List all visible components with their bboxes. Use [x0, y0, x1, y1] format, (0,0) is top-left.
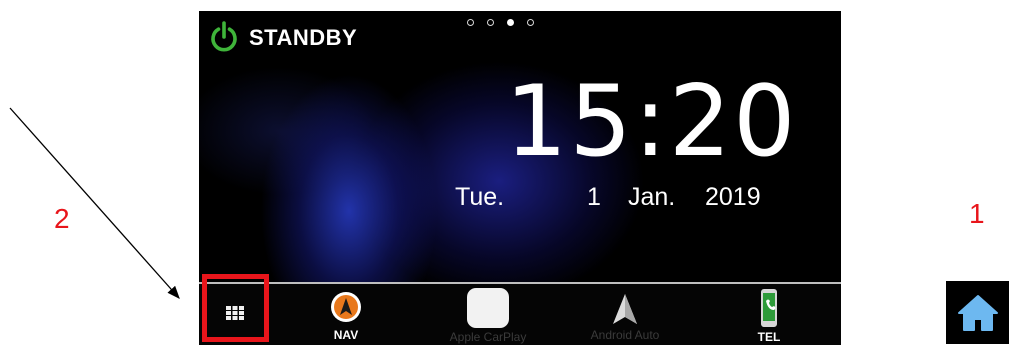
- standby-label: STANDBY: [249, 25, 358, 50]
- power-icon: [211, 21, 237, 52]
- page-dot-2[interactable]: [487, 19, 494, 26]
- annotation-label-2: 2: [54, 203, 70, 234]
- carplay-label: Apple CarPlay: [449, 330, 527, 344]
- nav-label: NAV: [333, 328, 359, 342]
- app-dock: NAV Apple CarPlay Android Auto TEL: [199, 282, 841, 345]
- apps-button-highlight: [202, 274, 269, 342]
- clock-time: 15:20: [505, 65, 798, 179]
- android-auto-icon: [613, 294, 637, 324]
- page-dot-3-active[interactable]: [507, 19, 514, 26]
- tel-button[interactable]: TEL: [739, 284, 799, 345]
- navigation-icon: [331, 292, 361, 322]
- page-dot-4[interactable]: [527, 19, 534, 26]
- head-unit-screen: STANDBY 15:20 Tue. 1 Jan. 2019 NAV Apple…: [199, 11, 841, 345]
- apple-carplay-button[interactable]: Apple CarPlay: [433, 284, 543, 345]
- tel-label: TEL: [757, 330, 781, 344]
- android-auto-button[interactable]: Android Auto: [570, 284, 680, 345]
- carplay-icon: [467, 288, 509, 328]
- phone-icon: [761, 289, 777, 327]
- date-day: Tue.: [455, 183, 505, 211]
- date-year: 2019: [705, 183, 761, 211]
- standby-button[interactable]: STANDBY: [209, 21, 357, 55]
- page-indicator: [467, 19, 534, 26]
- clock-date: Tue. 1 Jan. 2019: [455, 183, 795, 217]
- nav-button[interactable]: NAV: [316, 284, 376, 345]
- android-auto-label: Android Auto: [590, 328, 660, 342]
- date-month: Jan.: [628, 183, 676, 211]
- home-button[interactable]: [946, 281, 1009, 344]
- page-dot-1[interactable]: [467, 19, 474, 26]
- instruction-page: 2 1 STANDBY 15:20 Tue. 1 Jan. 2019 NAV A…: [0, 0, 1011, 345]
- date-number: 1: [587, 183, 601, 211]
- annotation-label-1: 1: [969, 198, 985, 229]
- home-icon: [957, 294, 998, 331]
